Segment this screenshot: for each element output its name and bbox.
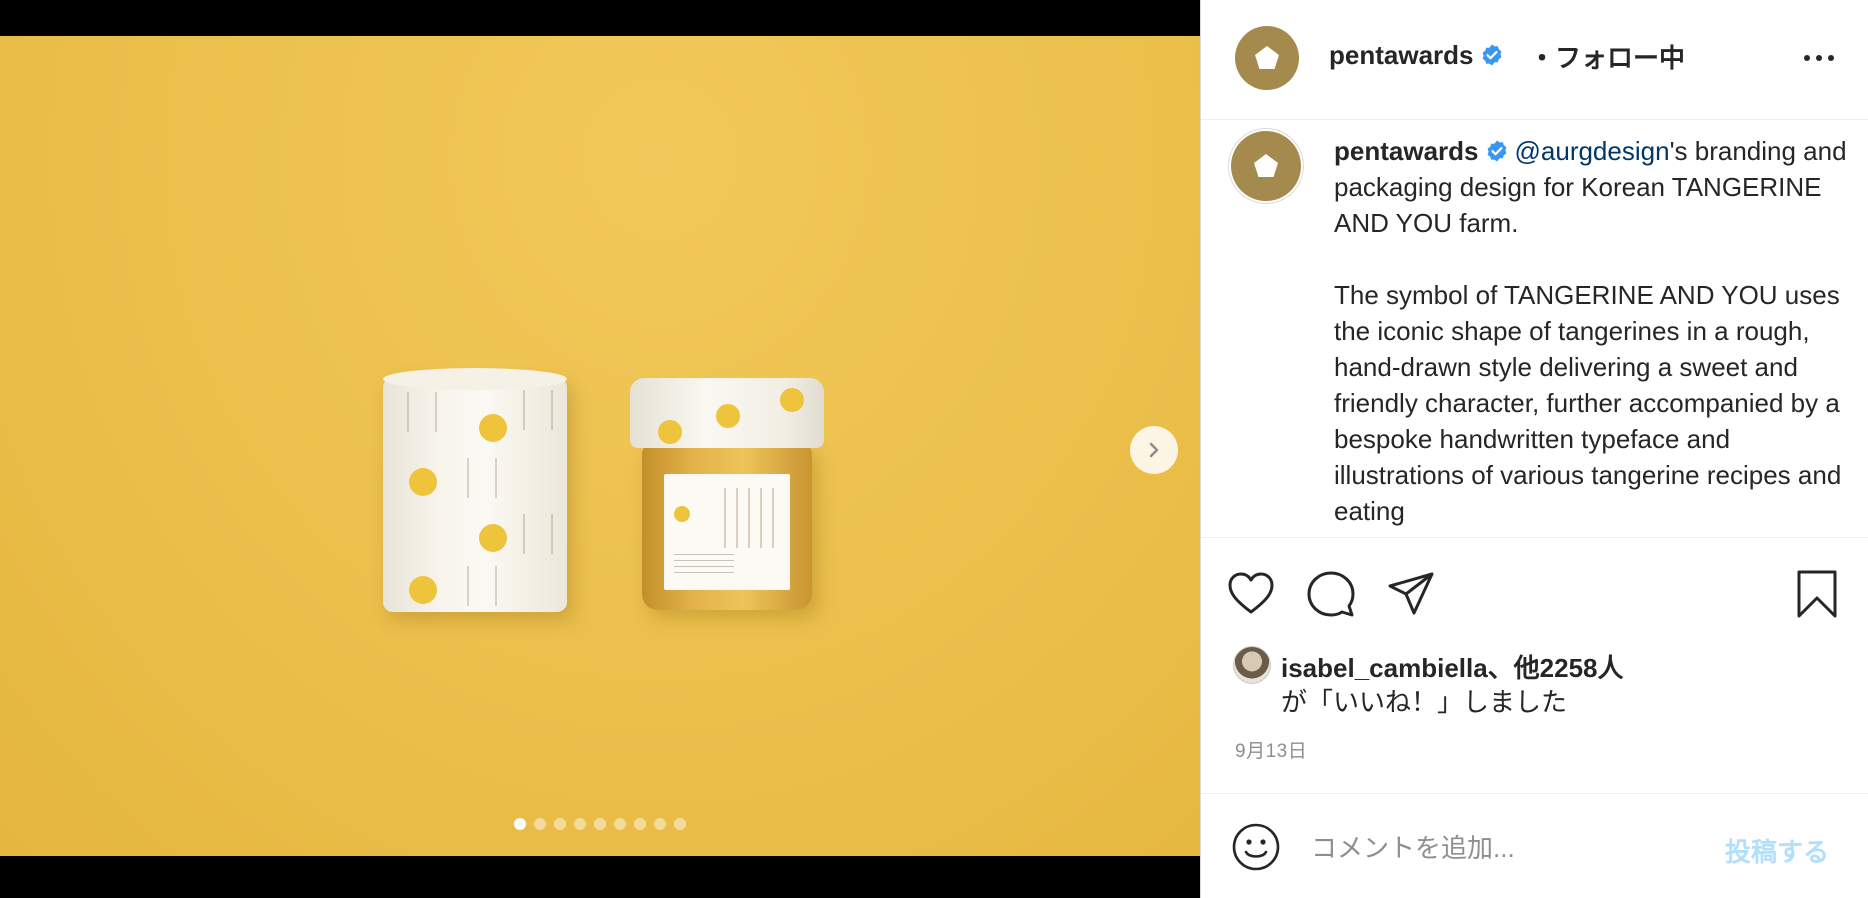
bookmark-icon bbox=[1797, 570, 1837, 618]
header-username-text[interactable]: pentawards bbox=[1329, 40, 1474, 70]
chevron-right-icon bbox=[1149, 442, 1159, 458]
header-separator: ・ bbox=[1529, 43, 1556, 73]
post-side-panel: pentawards ・ フォロー中 pentawards @aurgdesig… bbox=[1200, 0, 1868, 898]
paper-plane-icon bbox=[1388, 572, 1434, 615]
comment-button[interactable] bbox=[1305, 568, 1357, 620]
carousel-dot bbox=[674, 818, 686, 830]
post-date[interactable]: 9月13日 bbox=[1235, 736, 1307, 763]
likes-summary: isabel_cambiella、他2258人 が「いいね！」しました bbox=[1233, 646, 1853, 717]
carousel-dot bbox=[574, 818, 586, 830]
post-actions-bar bbox=[1201, 537, 1868, 637]
smiley-icon[interactable] bbox=[1231, 822, 1281, 872]
account-avatar[interactable] bbox=[1235, 26, 1299, 90]
caption-username[interactable]: pentawards bbox=[1334, 136, 1479, 166]
jam-jar-illustration bbox=[630, 378, 824, 610]
post-photo bbox=[0, 36, 1200, 856]
caption-avatar[interactable] bbox=[1231, 131, 1301, 201]
more-dots-icon bbox=[1804, 55, 1834, 61]
post-media bbox=[0, 0, 1200, 898]
header-username[interactable]: pentawards bbox=[1329, 40, 1504, 71]
caption-mention-link[interactable]: @aurgdesign bbox=[1515, 136, 1670, 166]
like-button[interactable] bbox=[1225, 568, 1277, 620]
carousel-dot bbox=[554, 818, 566, 830]
post-header: pentawards ・ フォロー中 bbox=[1201, 0, 1868, 120]
post-caption: pentawards @aurgdesign's branding and pa… bbox=[1334, 133, 1854, 529]
comment-input[interactable] bbox=[1311, 824, 1711, 872]
following-button[interactable]: フォロー中 bbox=[1555, 38, 1685, 75]
post-comment-button[interactable]: 投稿する bbox=[1725, 832, 1829, 869]
liked-by-link[interactable]: isabel_cambiella、他2258人 bbox=[1281, 648, 1624, 685]
heart-icon bbox=[1228, 572, 1274, 614]
pentagon-logo-icon bbox=[1254, 154, 1278, 177]
wrapped-product-illustration bbox=[383, 368, 567, 612]
comment-bubble-icon bbox=[1307, 571, 1355, 617]
share-button[interactable] bbox=[1385, 568, 1437, 620]
carousel-dot bbox=[534, 818, 546, 830]
carousel-dot bbox=[634, 818, 646, 830]
verified-badge-icon bbox=[1487, 140, 1506, 162]
carousel-dot bbox=[594, 818, 606, 830]
carousel-indicator bbox=[514, 818, 686, 830]
carousel-dot bbox=[514, 818, 526, 830]
more-options-button[interactable] bbox=[1799, 40, 1839, 76]
save-button[interactable] bbox=[1791, 568, 1843, 620]
next-slide-button[interactable] bbox=[1130, 426, 1178, 474]
post-caption-area: pentawards @aurgdesign's branding and pa… bbox=[1201, 121, 1868, 537]
carousel-dot bbox=[614, 818, 626, 830]
liker-avatar[interactable] bbox=[1233, 646, 1271, 684]
carousel-dot bbox=[654, 818, 666, 830]
pentagon-logo-icon bbox=[1255, 46, 1279, 69]
verified-badge-icon bbox=[1482, 44, 1501, 66]
liked-by-suffix: が「いいね！」しました bbox=[1281, 687, 1568, 717]
comment-bar: 投稿する bbox=[1201, 793, 1868, 898]
caption-body: 's branding and packaging design for Kor… bbox=[1334, 136, 1847, 526]
